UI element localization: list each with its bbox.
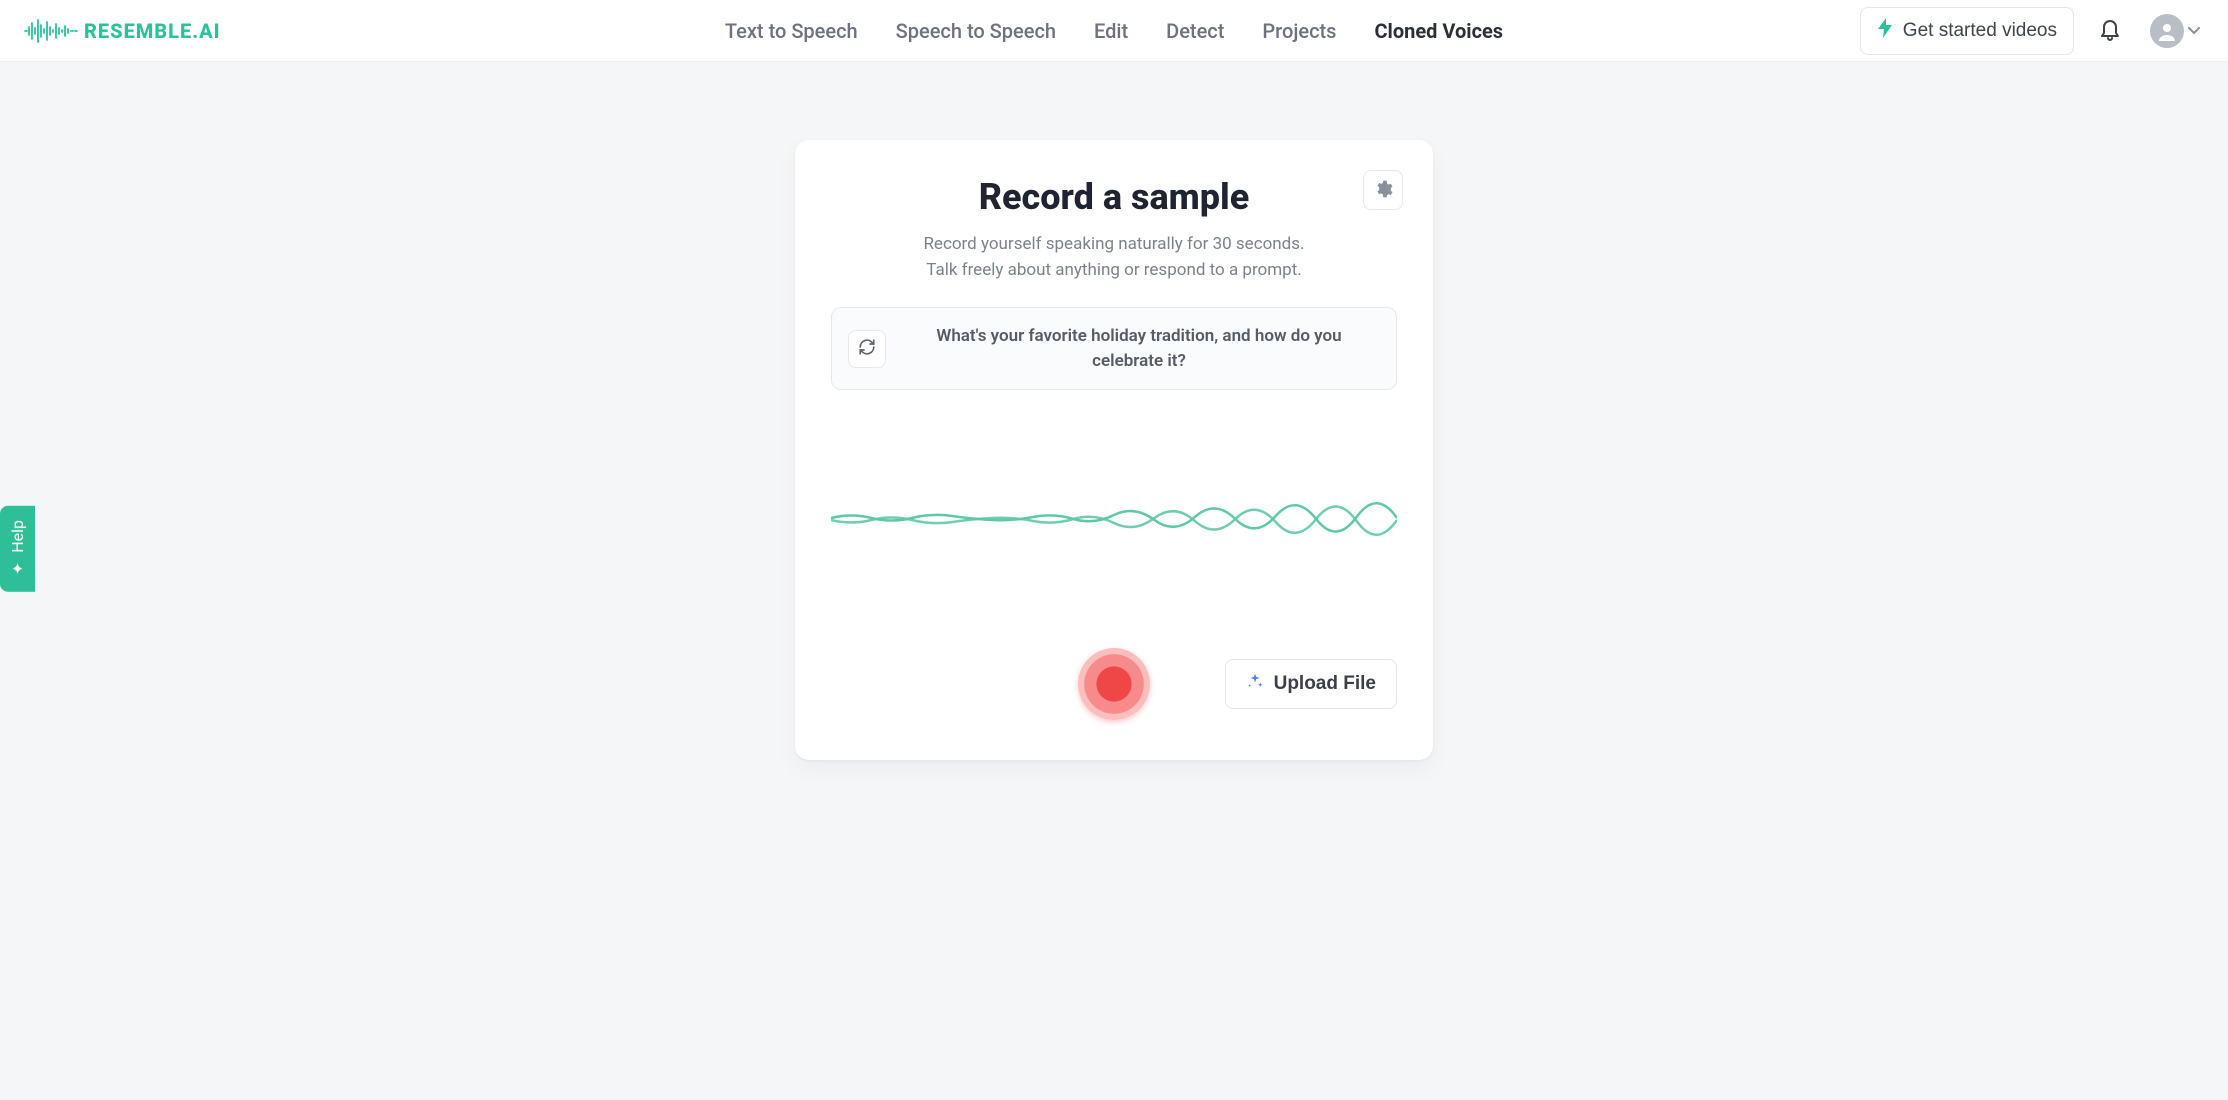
sparkle-icon: ✦	[8, 559, 27, 578]
waveform-icon	[24, 17, 78, 45]
record-card: Record a sample Record yourself speaking…	[795, 140, 1433, 760]
card-title: Record a sample	[831, 176, 1397, 218]
refresh-icon	[858, 338, 876, 359]
help-tab[interactable]: ✦ Help	[0, 506, 35, 592]
nav-speech-to-speech[interactable]: Speech to Speech	[894, 13, 1058, 49]
get-started-button[interactable]: Get started videos	[1860, 7, 2074, 55]
bell-icon	[2098, 16, 2122, 45]
prompt-text: What's your favorite holiday tradition, …	[902, 324, 1376, 373]
brand-logo[interactable]: RESEMBLE.AI	[24, 17, 221, 45]
header-actions: Get started videos	[1860, 7, 2204, 55]
nav-projects[interactable]: Projects	[1260, 13, 1338, 49]
bolt-icon	[1877, 18, 1893, 44]
brand-name-primary: RESEMBLE	[84, 19, 192, 43]
card-subtitle: Record yourself speaking naturally for 3…	[831, 232, 1397, 283]
settings-button[interactable]	[1363, 170, 1403, 210]
avatar-icon	[2150, 14, 2184, 48]
nav-detect[interactable]: Detect	[1164, 13, 1226, 49]
nav-cloned-voices[interactable]: Cloned Voices	[1372, 13, 1505, 49]
account-menu-button[interactable]	[2146, 10, 2204, 52]
sparkle-icon	[1246, 672, 1264, 696]
waveform-icon	[831, 493, 1397, 543]
record-button[interactable]	[1078, 648, 1150, 720]
chevron-down-icon	[2188, 23, 2200, 38]
help-label: Help	[8, 520, 27, 553]
notifications-button[interactable]	[2094, 12, 2126, 49]
upload-file-button[interactable]: Upload File	[1225, 659, 1397, 709]
waveform-preview	[831, 418, 1397, 618]
upload-label: Upload File	[1274, 673, 1376, 695]
app-header: RESEMBLE.AI Text to Speech Speech to Spe…	[0, 0, 2228, 62]
get-started-label: Get started videos	[1903, 20, 2057, 42]
prompt-box: What's your favorite holiday tradition, …	[831, 307, 1397, 390]
subtitle-line2: Talk freely about anything or respond to…	[926, 260, 1302, 280]
brand-text: RESEMBLE.AI	[84, 19, 221, 43]
main-stage: Record a sample Record yourself speaking…	[0, 62, 2228, 760]
record-controls: Upload File	[831, 648, 1397, 720]
subtitle-line1: Record yourself speaking naturally for 3…	[923, 234, 1304, 254]
nav-text-to-speech[interactable]: Text to Speech	[723, 13, 860, 49]
brand-name-suffix: .AI	[192, 19, 220, 43]
nav-edit[interactable]: Edit	[1092, 13, 1130, 49]
gear-icon	[1373, 179, 1393, 202]
refresh-prompt-button[interactable]	[848, 330, 886, 368]
